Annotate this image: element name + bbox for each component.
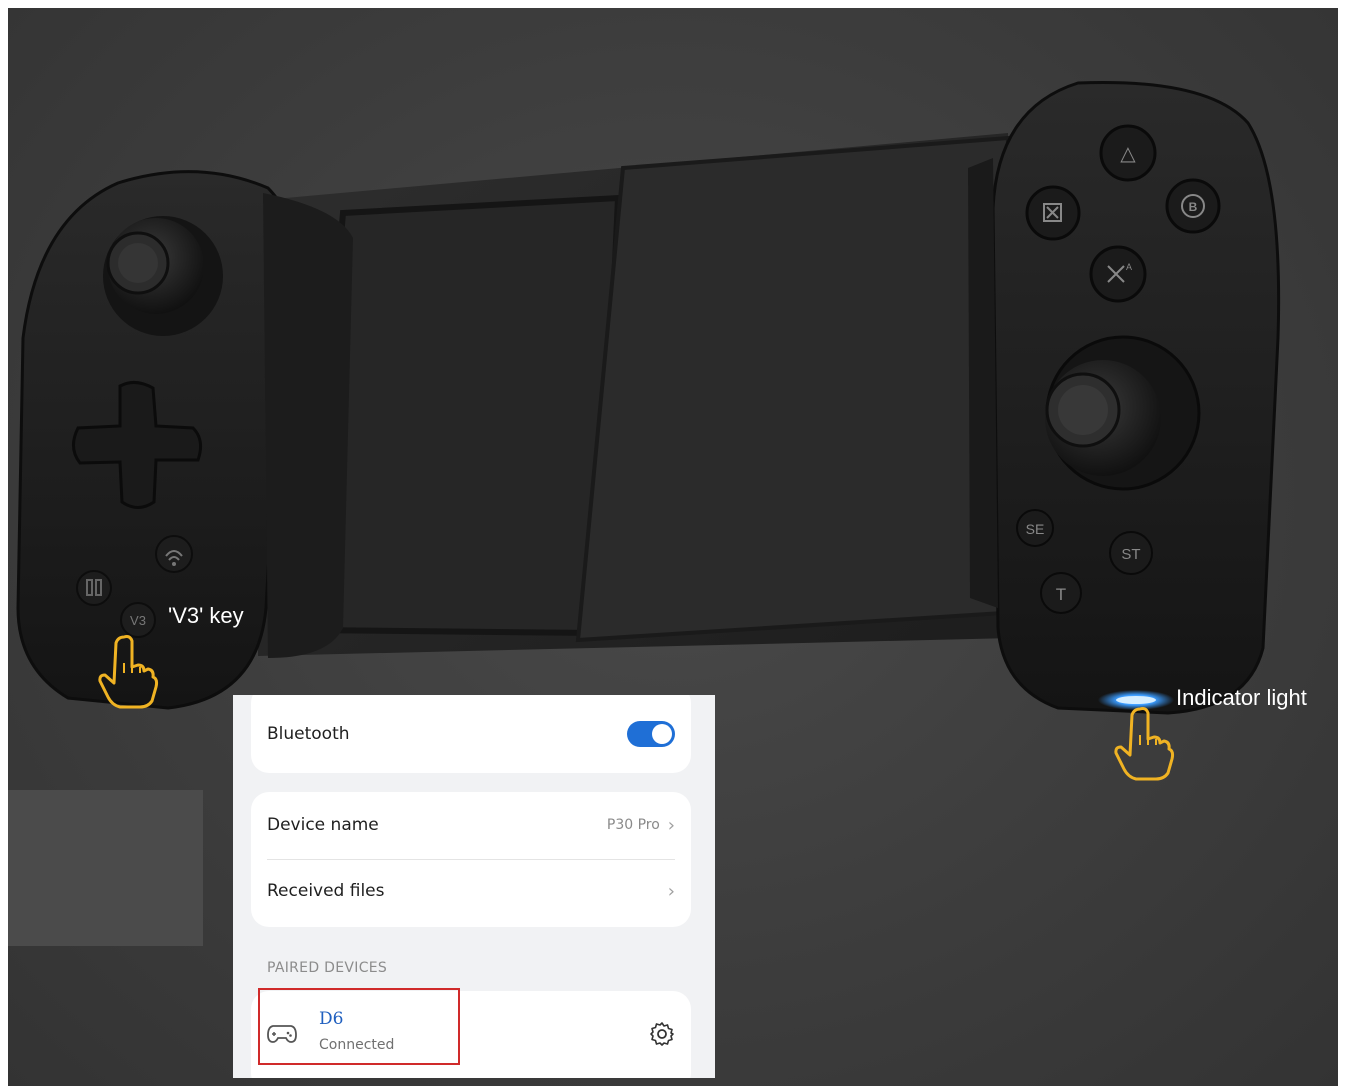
triangle-button[interactable]: △ bbox=[1099, 124, 1157, 182]
t-button-label: T bbox=[1056, 585, 1066, 604]
st-button-label: ST bbox=[1121, 546, 1140, 563]
chevron-right-icon: › bbox=[667, 814, 675, 836]
se-button[interactable]: SE bbox=[1016, 509, 1054, 547]
se-button-label: SE bbox=[1026, 521, 1045, 537]
highlight-box bbox=[258, 988, 460, 1065]
device-name-row[interactable]: Device name P30 Pro › bbox=[267, 795, 675, 855]
bluetooth-label: Bluetooth bbox=[267, 724, 350, 744]
v3-button-label: V3 bbox=[130, 613, 146, 628]
hand-pointer-icon bbox=[98, 635, 159, 709]
t-button[interactable]: T bbox=[1040, 572, 1082, 614]
divider bbox=[267, 859, 675, 860]
bluetooth-card: Bluetooth bbox=[251, 695, 691, 773]
paired-devices-header: PAIRED DEVICES bbox=[267, 960, 388, 976]
b-button[interactable]: B bbox=[1165, 178, 1221, 234]
chevron-right-icon: › bbox=[667, 880, 675, 902]
received-files-row[interactable]: Received files › bbox=[267, 861, 675, 921]
home-button[interactable] bbox=[155, 535, 193, 573]
gear-icon[interactable] bbox=[649, 1021, 675, 1051]
phone-holder-bridge bbox=[258, 133, 1013, 656]
a-button-label: A bbox=[1126, 262, 1132, 272]
bluetooth-toggle[interactable] bbox=[627, 721, 675, 747]
right-joystick[interactable] bbox=[1045, 335, 1201, 491]
device-name-value: P30 Pro bbox=[606, 817, 660, 833]
device-name-label: Device name bbox=[267, 815, 379, 835]
v3-key-label: 'V3' key bbox=[168, 603, 244, 628]
hand-pointer-icon bbox=[1114, 707, 1175, 781]
bluetooth-settings-panel: Bluetooth Device name P30 Pro › Received… bbox=[233, 695, 715, 1078]
a-button[interactable]: A bbox=[1089, 245, 1147, 303]
v3-button[interactable]: V3 bbox=[120, 602, 156, 638]
square-button[interactable] bbox=[1025, 185, 1081, 241]
left-joystick[interactable] bbox=[103, 216, 223, 336]
bluetooth-row[interactable]: Bluetooth bbox=[267, 704, 675, 764]
triangle-icon: △ bbox=[1120, 141, 1136, 165]
device-card: Device name P30 Pro › Received files › bbox=[251, 792, 691, 927]
st-button[interactable]: ST bbox=[1109, 531, 1153, 575]
b-button-label: B bbox=[1189, 200, 1198, 214]
capture-button[interactable] bbox=[76, 570, 112, 606]
indicator-light-label: Indicator light bbox=[1176, 685, 1307, 710]
received-files-label: Received files bbox=[267, 881, 385, 901]
